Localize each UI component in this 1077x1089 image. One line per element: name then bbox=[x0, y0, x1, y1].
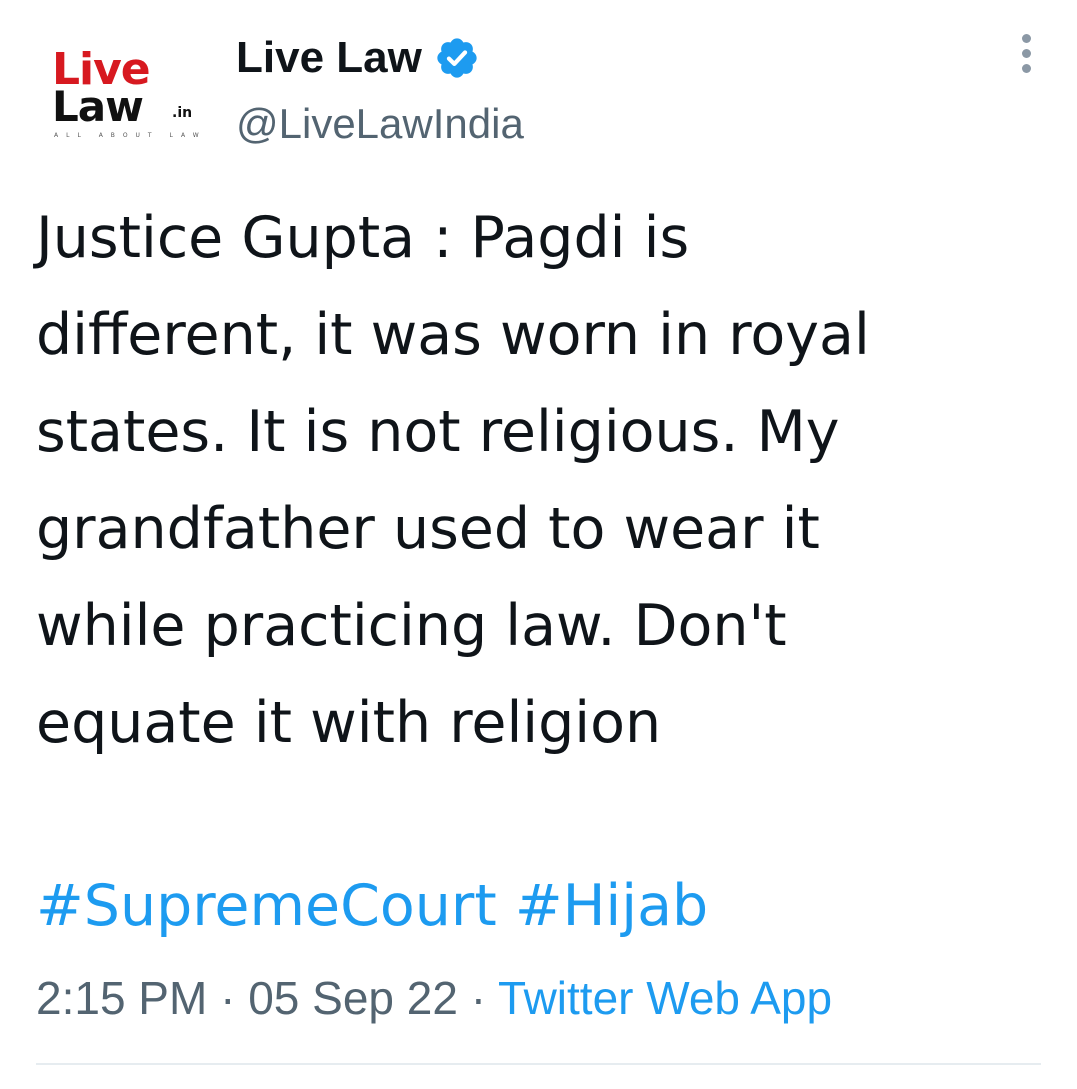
more-options-icon[interactable] bbox=[1011, 34, 1041, 84]
display-name-row: Live Law bbox=[236, 28, 524, 88]
avatar[interactable]: Live Law .in ALL ABOUT LAW bbox=[36, 34, 206, 154]
meta-separator: · bbox=[470, 972, 487, 1024]
meta-separator: · bbox=[220, 972, 236, 1024]
tweet-meta: 2:15 PM · 05 Sep 22 · Twitter Web App bbox=[36, 970, 832, 1026]
hashtags: #SupremeCourt #Hijab bbox=[36, 858, 708, 955]
author-handle[interactable]: @LiveLawIndia bbox=[236, 100, 524, 148]
tweet-time[interactable]: 2:15 PM bbox=[36, 972, 207, 1024]
tweet-source[interactable]: Twitter Web App bbox=[498, 972, 832, 1024]
divider bbox=[36, 1063, 1041, 1065]
hashtag-supremecourt[interactable]: #SupremeCourt bbox=[36, 873, 497, 939]
logo-tagline: ALL ABOUT LAW bbox=[54, 132, 207, 139]
verified-badge-icon bbox=[437, 38, 477, 78]
logo-law-text: Law bbox=[52, 82, 144, 131]
tweet-header: Live Law .in ALL ABOUT LAW Live Law @Liv… bbox=[36, 22, 1041, 172]
logo-suffix-text: .in bbox=[172, 105, 193, 121]
author-names: Live Law @LiveLawIndia bbox=[236, 28, 524, 148]
tweet-text: Justice Gupta : Pagdi is different, it w… bbox=[36, 205, 870, 756]
hashtag-hijab[interactable]: #Hijab bbox=[515, 873, 708, 939]
tweet-date[interactable]: 05 Sep 22 bbox=[248, 972, 458, 1024]
display-name[interactable]: Live Law bbox=[236, 33, 422, 83]
more-dot bbox=[1021, 34, 1031, 43]
more-dot bbox=[1021, 49, 1031, 58]
tweet: Live Law .in ALL ABOUT LAW Live Law @Liv… bbox=[0, 0, 1077, 1089]
more-dot bbox=[1021, 64, 1031, 73]
